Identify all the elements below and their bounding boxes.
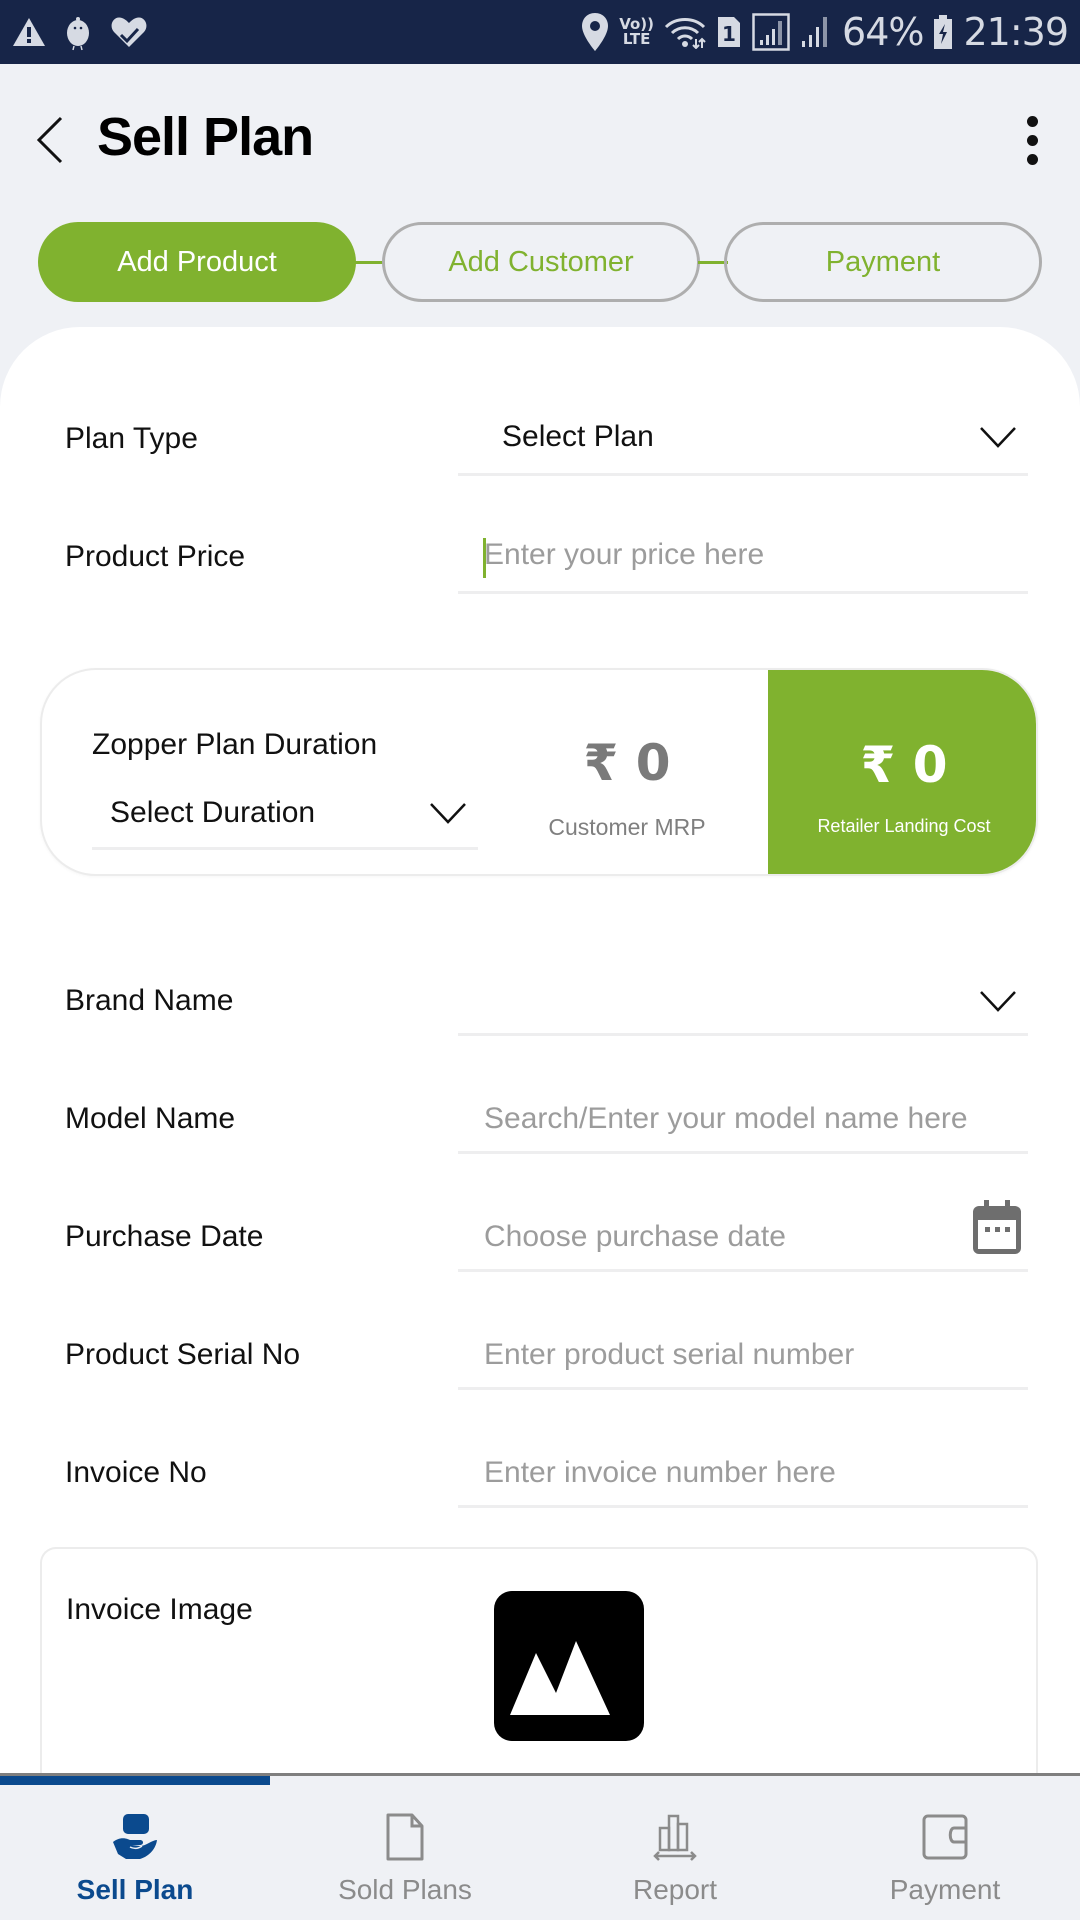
- chevron-down-icon: [980, 991, 1016, 1012]
- wallet-icon: [922, 1814, 968, 1860]
- invoice-no-input[interactable]: Enter invoice number here: [458, 1440, 1028, 1508]
- serial-no-placeholder: Enter product serial number: [484, 1338, 855, 1371]
- model-name-row: Model Name Search/Enter your model name …: [0, 1086, 1080, 1166]
- product-price-row: Product Price Enter your price here: [0, 528, 1080, 608]
- volte-bottom-text: LTE: [622, 30, 651, 48]
- plan-duration-dropdown[interactable]: Select Duration: [92, 770, 478, 850]
- brand-name-row: Brand Name: [0, 968, 1080, 1048]
- customer-mrp-block: ₹ 0 Customer MRP: [502, 670, 752, 874]
- chevron-down-icon: [980, 427, 1016, 448]
- signal-icon-2: [800, 15, 832, 49]
- signal-icon: [752, 13, 790, 51]
- nav-sold-plans-label: Sold Plans: [338, 1874, 472, 1905]
- sim1-icon: 1: [716, 15, 742, 49]
- model-name-placeholder: Search/Enter your model name here: [484, 1102, 968, 1135]
- step-add-product[interactable]: Add Product: [38, 222, 356, 302]
- customer-mrp-caption: Customer MRP: [548, 814, 706, 840]
- product-price-input[interactable]: Enter your price here: [458, 528, 1028, 594]
- location-icon: [581, 12, 609, 52]
- product-price-placeholder: Enter your price here: [484, 538, 765, 571]
- retailer-landing-cost-caption: Retailer Landing Cost: [817, 816, 991, 836]
- step-connector: [354, 261, 384, 264]
- image-placeholder-icon: [510, 1641, 610, 1715]
- nav-payment[interactable]: Payment: [810, 1776, 1080, 1920]
- purchase-date-placeholder: Choose purchase date: [484, 1220, 786, 1253]
- invoice-no-label: Invoice No: [65, 1456, 207, 1489]
- more-options-button[interactable]: [1010, 108, 1054, 172]
- nav-sell-plan[interactable]: Sell Plan: [0, 1776, 270, 1920]
- plan-type-label: Plan Type: [65, 422, 198, 455]
- svg-text:1: 1: [722, 22, 736, 46]
- nav-sold-plans[interactable]: Sold Plans: [270, 1776, 540, 1920]
- invoice-image-upload[interactable]: [494, 1591, 644, 1741]
- customer-mrp-value: ₹ 0: [583, 734, 671, 792]
- nav-report-label: Report: [632, 1874, 718, 1905]
- hand-holding-icon: [113, 1814, 157, 1859]
- bar-chart-icon: [653, 1814, 697, 1861]
- battery-charging-icon: [933, 14, 953, 50]
- calendar-icon[interactable]: [970, 1198, 1024, 1256]
- model-name-input[interactable]: Search/Enter your model name here: [458, 1086, 1028, 1154]
- purchase-date-input[interactable]: Choose purchase date: [458, 1200, 1028, 1272]
- purchase-date-label: Purchase Date: [65, 1220, 264, 1253]
- status-bar: Vo)) LTE 1 64% 21:39: [0, 0, 1080, 64]
- model-name-label: Model Name: [65, 1102, 236, 1135]
- retailer-landing-cost-value: ₹ 0: [860, 736, 948, 794]
- wifi-icon: [664, 15, 706, 49]
- plan-duration-card: Zopper Plan Duration Select Duration ₹ 0…: [40, 668, 1038, 876]
- progress-stepper: Add Product Add Customer Payment: [38, 222, 1042, 302]
- step-payment[interactable]: Payment: [724, 222, 1042, 302]
- invoice-image-label: Invoice Image: [66, 1593, 253, 1626]
- plan-type-dropdown[interactable]: Select Plan: [458, 410, 1028, 476]
- plan-type-value: Select Plan: [502, 420, 654, 453]
- chevron-down-icon: [430, 803, 466, 824]
- nav-report[interactable]: Report: [540, 1776, 810, 1920]
- app-header: Sell Plan: [0, 64, 1080, 214]
- plan-duration-value: Select Duration: [110, 796, 316, 829]
- volte-icon: Vo)) LTE: [619, 17, 654, 47]
- serial-no-input[interactable]: Enter product serial number: [458, 1322, 1028, 1390]
- more-vert-dot: [1026, 153, 1038, 165]
- bird-icon: [64, 13, 92, 51]
- chevron-left-icon: [36, 116, 63, 164]
- more-vert-icon: [1026, 115, 1038, 127]
- screen: Vo)) LTE 1 64% 21:39 Sell Plan Add Produ…: [0, 0, 1080, 1920]
- step-add-customer[interactable]: Add Customer: [382, 222, 700, 302]
- retailer-landing-cost-block: ₹ 0 Retailer Landing Cost: [768, 670, 1036, 874]
- brand-name-label: Brand Name: [65, 984, 234, 1017]
- plan-duration-label: Zopper Plan Duration: [92, 728, 378, 761]
- battery-percent: 64%: [842, 10, 924, 54]
- heart-check-icon: [110, 15, 148, 49]
- purchase-date-row: Purchase Date Choose purchase date: [0, 1200, 1080, 1284]
- product-price-label: Product Price: [65, 540, 246, 573]
- serial-no-label: Product Serial No: [65, 1338, 301, 1371]
- bottom-navigation: Sell Plan Sold Plans Report Payment: [0, 1773, 1080, 1920]
- clock: 21:39: [963, 10, 1069, 54]
- plan-type-row: Plan Type Select Plan: [0, 410, 1080, 490]
- back-button[interactable]: [30, 108, 70, 172]
- document-icon: [386, 1813, 424, 1861]
- brand-name-dropdown[interactable]: [458, 968, 1028, 1036]
- serial-no-row: Product Serial No Enter product serial n…: [0, 1322, 1080, 1402]
- alert-icon: [12, 16, 46, 48]
- nav-payment-label: Payment: [889, 1874, 1001, 1905]
- invoice-no-placeholder: Enter invoice number here: [484, 1456, 836, 1489]
- page-title: Sell Plan: [97, 107, 314, 167]
- more-vert-dot: [1026, 134, 1038, 146]
- invoice-image-card: Invoice Image: [40, 1547, 1038, 1807]
- nav-sell-plan-label: Sell Plan: [76, 1874, 194, 1905]
- invoice-no-row: Invoice No Enter invoice number here: [0, 1440, 1080, 1520]
